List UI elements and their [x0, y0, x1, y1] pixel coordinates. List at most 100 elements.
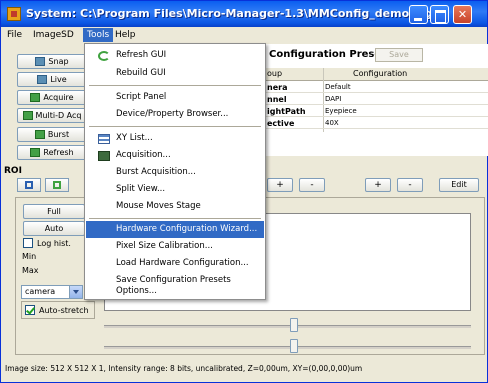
app-icon: [7, 7, 21, 21]
refresh-icon: [30, 148, 41, 157]
burst-icon: [34, 130, 45, 139]
auto-stretch-label: Auto-stretch: [39, 306, 89, 315]
min-slider-track[interactable]: [104, 325, 471, 328]
auto-button[interactable]: Auto: [23, 221, 85, 236]
edit-preset-button[interactable]: Edit: [439, 178, 479, 192]
menu-item-label: Refresh GUI: [116, 50, 167, 60]
add-group-button[interactable]: +: [267, 178, 293, 192]
refresh-button[interactable]: Refresh: [17, 145, 87, 160]
close-button[interactable]: ✕: [453, 5, 472, 24]
row-config: 40X: [325, 119, 339, 127]
menu-item-script-panel[interactable]: Script Panel: [86, 89, 264, 106]
menu-item-device-browser[interactable]: Device/Property Browser...: [86, 106, 264, 123]
multid-button[interactable]: Multi-D Acq: [17, 108, 87, 123]
camera-select-value: camera: [25, 287, 56, 296]
menu-tools[interactable]: Tools: [83, 28, 114, 42]
snap-label: Snap: [48, 57, 69, 66]
roi-set-button[interactable]: [17, 178, 41, 192]
camera-icon: [35, 57, 46, 66]
menu-separator: [89, 126, 261, 127]
min-slider-thumb[interactable]: [290, 318, 298, 332]
status-bar: Image size: 512 X 512 X 1, Intensity ran…: [5, 364, 363, 373]
presets-edit-bar: + - + - Edit: [259, 178, 485, 192]
menu-item-label: Options...: [116, 286, 157, 296]
menu-item-xy-list[interactable]: XY List...: [86, 130, 264, 147]
menu-item-label: Hardware Configuration Wizard...: [116, 224, 258, 234]
tools-menu-dropdown: Refresh GUI Rebuild GUI Script Panel Dev…: [84, 43, 266, 300]
max-slider-thumb[interactable]: [290, 339, 298, 353]
acquire-button[interactable]: Acquire: [17, 90, 87, 105]
table-row[interactable]: nnel DAPI: [265, 94, 488, 105]
configuration-column-header: Configuration: [353, 69, 408, 78]
menu-item-label: Mouse Moves Stage: [116, 201, 201, 211]
menu-item-label: Script Panel: [116, 92, 167, 102]
remove-group-button[interactable]: -: [299, 178, 325, 192]
roi-label: ROI: [4, 166, 22, 176]
max-label: Max: [22, 266, 39, 275]
menu-item-label: Burst Acquisition...: [116, 167, 196, 177]
menu-item-burst-acquisition[interactable]: Burst Acquisition...: [86, 164, 264, 181]
menu-item-label: Split View...: [116, 184, 166, 194]
menu-item-hardware-config-wizard[interactable]: Hardware Configuration Wizard...: [86, 221, 264, 238]
roi-full-icon: [53, 181, 61, 189]
roi-clear-button[interactable]: [45, 178, 69, 192]
auto-stretch-checkbox[interactable]: [25, 305, 35, 315]
camera-select[interactable]: camera: [21, 285, 83, 299]
log-hist-checkbox[interactable]: [23, 238, 33, 248]
menu-item-rebuild-gui[interactable]: Rebuild GUI: [86, 65, 264, 82]
maximize-button[interactable]: [430, 5, 449, 24]
presets-table-header: oup Configuration: [265, 68, 488, 81]
menu-item-options[interactable]: Options...: [86, 283, 264, 299]
menu-bar: File ImageSD Tools Help: [1, 27, 487, 43]
table-row[interactable]: ective 40X: [265, 118, 488, 129]
row-group: ightPath: [267, 107, 306, 116]
add-preset-button[interactable]: +: [365, 178, 391, 192]
title-bar[interactable]: System: C:\Program Files\Micro-Manager-1…: [1, 1, 487, 27]
menu-item-split-view[interactable]: Split View...: [86, 181, 264, 198]
menu-file[interactable]: File: [3, 28, 26, 42]
row-config: DAPI: [325, 95, 342, 103]
refresh-label: Refresh: [43, 148, 74, 157]
menu-item-load-hardware-config[interactable]: Load Hardware Configuration...: [86, 255, 264, 272]
acquire-icon: [30, 93, 41, 102]
video-icon: [37, 75, 48, 84]
menu-item-label: Load Hardware Configuration...: [116, 258, 249, 268]
log-hist-label: Log hist.: [37, 239, 71, 248]
menu-item-label: Pixel Size Calibration...: [116, 241, 213, 251]
save-presets-button[interactable]: Save: [375, 48, 423, 62]
roi-rectangle-icon: [25, 181, 33, 189]
min-label: Min: [22, 252, 37, 261]
row-config: Eyepiece: [325, 107, 357, 115]
max-slider-track[interactable]: [104, 346, 471, 349]
film-icon: [22, 111, 33, 120]
main-window: System: C:\Program Files\Micro-Manager-1…: [0, 0, 488, 383]
film-icon: [98, 151, 110, 161]
menu-item-refresh-gui[interactable]: Refresh GUI: [86, 47, 264, 64]
menu-item-pixel-size-calibration[interactable]: Pixel Size Calibration...: [86, 238, 264, 255]
table-row[interactable]: ightPath Eyepiece: [265, 106, 488, 117]
live-button[interactable]: Live: [17, 72, 87, 87]
list-icon: [98, 134, 110, 144]
burst-label: Burst: [47, 130, 70, 139]
menu-item-label: Rebuild GUI: [116, 68, 166, 78]
menu-item-label: XY List...: [116, 133, 153, 143]
multid-label: Multi-D Acq: [35, 111, 82, 120]
refresh-icon: [98, 51, 110, 61]
menu-imagesd[interactable]: ImageSD: [29, 28, 78, 42]
row-group: ective: [267, 119, 295, 128]
burst-button[interactable]: Burst: [17, 127, 87, 142]
table-row[interactable]: nera Default: [265, 82, 488, 93]
full-button[interactable]: Full: [23, 204, 85, 219]
menu-item-mouse-moves-stage[interactable]: Mouse Moves Stage: [86, 198, 264, 215]
menu-item-acquisition[interactable]: Acquisition...: [86, 147, 264, 164]
menu-help[interactable]: Help: [111, 28, 140, 42]
acquire-label: Acquire: [43, 93, 74, 102]
snap-button[interactable]: Snap: [17, 54, 87, 69]
menu-item-label: Acquisition...: [116, 150, 171, 160]
minimize-button[interactable]: [409, 5, 428, 24]
chevron-down-icon: [69, 286, 82, 298]
presets-title: Configuration Presets: [269, 49, 392, 60]
menu-item-label: Device/Property Browser...: [116, 109, 229, 119]
remove-preset-button[interactable]: -: [397, 178, 423, 192]
menu-separator: [89, 218, 261, 219]
